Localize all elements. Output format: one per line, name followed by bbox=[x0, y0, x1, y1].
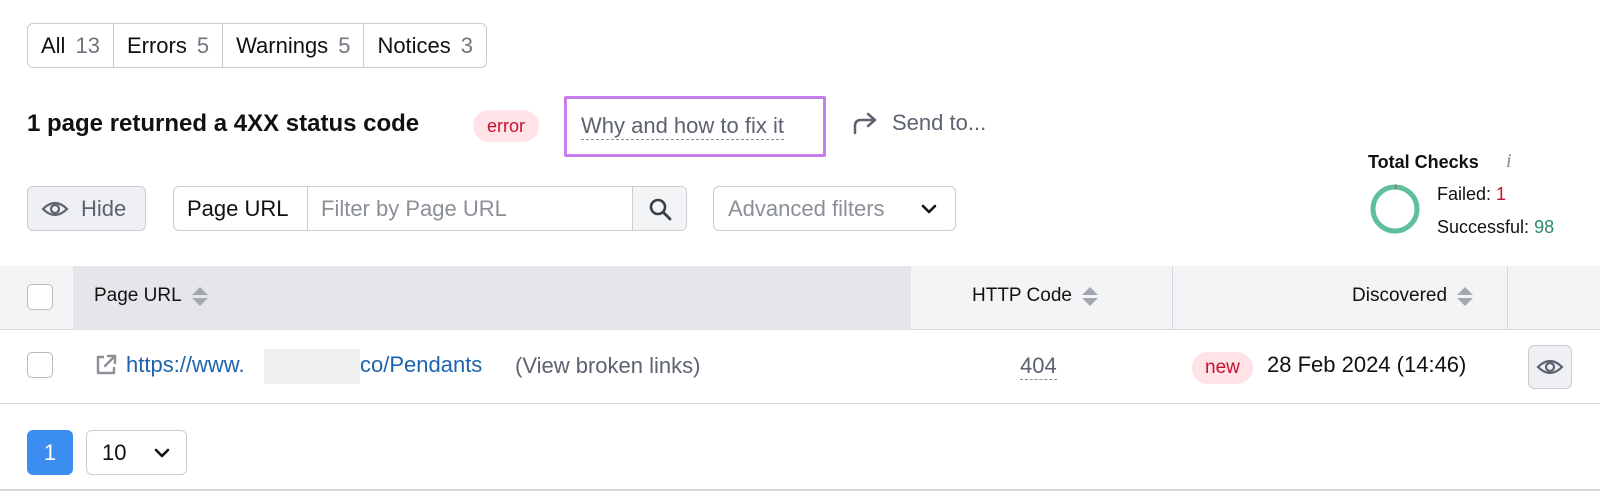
tab-errors-count: 5 bbox=[196, 32, 210, 58]
failed-value: 1 bbox=[1496, 184, 1507, 204]
severity-badge: error bbox=[473, 110, 540, 142]
eye-icon bbox=[1536, 359, 1564, 375]
column-header-http-code[interactable]: HTTP Code bbox=[972, 285, 1098, 307]
http-code-value[interactable]: 404 bbox=[1020, 353, 1057, 380]
total-checks-title: Total Checks bbox=[1368, 152, 1479, 172]
hide-button[interactable]: Hide bbox=[27, 186, 146, 231]
tab-notices-label: Notices bbox=[377, 32, 451, 58]
row-divider bbox=[0, 403, 1600, 404]
new-badge: new bbox=[1192, 352, 1253, 384]
successful-label: Successful: bbox=[1437, 217, 1530, 237]
share-arrow-icon bbox=[853, 112, 877, 135]
tab-errors-label: Errors bbox=[126, 32, 187, 58]
sort-icon bbox=[1081, 286, 1098, 306]
tab-warnings[interactable]: Warnings 5 bbox=[223, 24, 365, 67]
tab-notices[interactable]: Notices 3 bbox=[364, 24, 486, 67]
chevron-down-icon bbox=[154, 448, 170, 457]
tab-warnings-count: 5 bbox=[338, 32, 351, 58]
row-checkbox[interactable] bbox=[27, 352, 53, 378]
sort-icon bbox=[191, 286, 208, 306]
page-button-current[interactable]: 1 bbox=[27, 430, 73, 475]
successful-value: 98 bbox=[1534, 217, 1555, 237]
chevron-down-icon bbox=[921, 204, 937, 213]
hide-label: Hide bbox=[81, 195, 127, 221]
tab-all[interactable]: All 13 bbox=[28, 24, 114, 67]
page-url-filter: Page URL bbox=[173, 186, 687, 231]
tab-errors[interactable]: Errors 5 bbox=[114, 24, 224, 67]
advanced-filters-label: Advanced filters bbox=[728, 195, 885, 221]
page-url-link-tail[interactable]: co/Pendants bbox=[360, 352, 482, 378]
external-link-icon[interactable] bbox=[94, 353, 118, 377]
failed-label: Failed: bbox=[1437, 184, 1492, 204]
discovered-date: 28 Feb 2024 (14:46) bbox=[1267, 352, 1467, 377]
redacted-domain bbox=[264, 349, 360, 384]
page-url-link[interactable]: https://www. bbox=[126, 352, 245, 378]
advanced-filters-dropdown[interactable]: Advanced filters bbox=[713, 186, 956, 231]
send-to-button[interactable]: Send to... bbox=[852, 110, 986, 136]
send-to-label: Send to... bbox=[892, 110, 987, 135]
view-broken-links-link[interactable]: (View broken links) bbox=[515, 353, 700, 379]
row-hide-button[interactable] bbox=[1528, 345, 1572, 389]
column-header-page-url-label: Page URL bbox=[94, 285, 182, 306]
page-url-filter-input[interactable] bbox=[308, 187, 632, 230]
issue-title: 1 page returned a 4XX status code bbox=[27, 110, 420, 137]
eye-icon bbox=[41, 201, 69, 216]
column-header-discovered-label: Discovered bbox=[1352, 285, 1448, 306]
per-page-value: 10 bbox=[102, 439, 127, 465]
tab-all-label: All bbox=[41, 32, 66, 58]
search-button[interactable] bbox=[632, 187, 686, 230]
tab-all-count: 13 bbox=[75, 32, 100, 58]
search-icon bbox=[649, 198, 671, 220]
filter-field-selector[interactable]: Page URL bbox=[174, 187, 308, 230]
column-header-http-code-label: HTTP Code bbox=[972, 285, 1072, 306]
why-and-how-to-fix-link[interactable]: Why and how to fix it bbox=[581, 113, 784, 140]
column-divider bbox=[1172, 266, 1173, 330]
issue-type-tabs: All 13 Errors 5 Warnings 5 Notices 3 bbox=[27, 23, 488, 68]
tab-warnings-label: Warnings bbox=[236, 32, 329, 58]
info-icon[interactable]: i bbox=[1506, 150, 1512, 173]
select-all-checkbox[interactable] bbox=[27, 284, 53, 310]
column-header-discovered[interactable]: Discovered bbox=[1352, 285, 1474, 307]
sort-icon bbox=[1457, 286, 1474, 306]
successful-count: Successful: 98 bbox=[1437, 217, 1554, 238]
checks-ring-chart bbox=[1370, 184, 1420, 234]
per-page-select[interactable]: 10 bbox=[86, 430, 187, 475]
failed-count: Failed: 1 bbox=[1437, 184, 1506, 205]
column-divider bbox=[1507, 266, 1508, 330]
tab-notices-count: 3 bbox=[460, 32, 474, 58]
column-header-page-url[interactable]: Page URL bbox=[94, 285, 208, 307]
